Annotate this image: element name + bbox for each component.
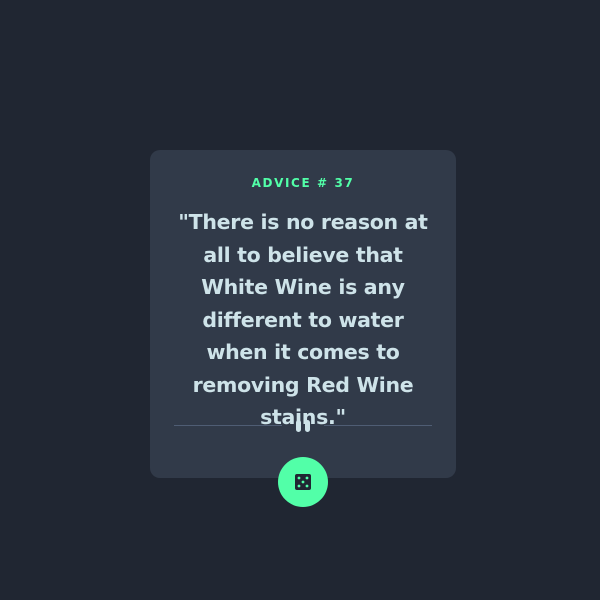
advice-number: ADVICE # 37: [251, 176, 355, 190]
divider-line-left: [174, 425, 282, 426]
divider: [174, 419, 432, 433]
page: ADVICE # 37 "There is no reason at all t…: [0, 0, 600, 600]
pause-icon: [295, 419, 311, 433]
pause-bar-left: [296, 420, 301, 432]
dice-icon: [295, 474, 311, 490]
generate-advice-button[interactable]: [278, 457, 328, 507]
advice-quote: "There is no reason at all to believe th…: [178, 210, 428, 429]
divider-line-right: [324, 425, 432, 426]
advice-card: ADVICE # 37 "There is no reason at all t…: [150, 150, 456, 478]
pause-bar-right: [305, 420, 310, 432]
